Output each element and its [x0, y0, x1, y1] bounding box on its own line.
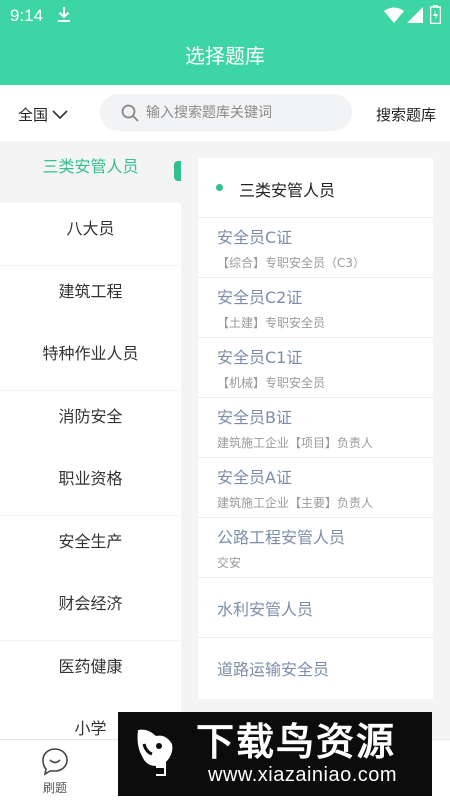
tab-practice[interactable]: 刷题	[10, 740, 100, 800]
bank-item[interactable]: 安全员C2证 【土建】专职安全员	[198, 278, 433, 338]
bank-card-header: 三类安管人员	[198, 158, 433, 218]
dot-icon	[216, 184, 223, 191]
bird-logo-icon	[137, 729, 173, 776]
search-row: 全国 搜索题库	[0, 85, 450, 141]
status-bar: 9:14	[0, 0, 450, 32]
bank-item[interactable]: 安全员C证 【综合】专职安全员（C3）	[198, 218, 433, 278]
bank-card-title: 三类安管人员	[239, 181, 336, 200]
bank-name: 安全员C证	[217, 228, 293, 247]
category-item[interactable]: 建筑工程	[0, 266, 181, 328]
bank-subtitle: 【综合】专职安全员（C3）	[217, 256, 366, 270]
bank-name: 道路运输安全员	[217, 660, 330, 679]
download-icon	[58, 7, 70, 22]
region-label: 全国	[18, 106, 49, 124]
category-item[interactable]: 八大员	[0, 203, 181, 265]
bank-panel: 三类安管人员 安全员C证 【综合】专职安全员（C3） 安全员C2证 【土建】专职…	[181, 141, 450, 739]
bank-name: 安全员A证	[217, 468, 292, 487]
category-label: 三类安管人员	[42, 157, 139, 176]
category-item[interactable]: 特种作业人员	[0, 328, 181, 390]
bank-item[interactable]: 公路工程安管人员 交安	[198, 518, 433, 578]
status-time: 9:14	[10, 6, 44, 25]
search-input[interactable]	[146, 94, 346, 131]
category-item[interactable]: 职业资格	[0, 453, 181, 515]
category-item[interactable]: 医药健康	[0, 641, 181, 703]
category-item-active[interactable]: 三类安管人员	[0, 141, 181, 203]
search-box[interactable]	[100, 94, 352, 131]
watermark-title: 下载鸟资源	[196, 720, 397, 764]
bank-name: 公路工程安管人员	[217, 528, 346, 547]
bank-item[interactable]: 安全员A证 建筑施工企业【主要】负责人	[198, 458, 433, 518]
bubble-icon	[42, 748, 68, 776]
title-bar: 选择题库	[0, 32, 450, 85]
bank-name: 安全员C1证	[217, 348, 303, 367]
category-item[interactable]: 安全生产	[0, 516, 181, 578]
watermark-banner: 下载鸟资源 www.xiazainiao.com	[118, 712, 432, 796]
category-item[interactable]: 财会经济	[0, 578, 181, 640]
bank-subtitle: 【土建】专职安全员	[217, 316, 326, 330]
bank-name: 安全员B证	[217, 408, 292, 427]
bank-name: 水利安管人员	[217, 600, 314, 619]
active-indicator	[174, 161, 181, 181]
wifi-icon	[384, 7, 404, 23]
search-button[interactable]: 搜索题库	[376, 104, 436, 125]
bank-subtitle: 建筑施工企业【主要】负责人	[217, 496, 374, 510]
chevron-down-icon	[52, 109, 68, 119]
tab-label: 刷题	[42, 781, 67, 795]
region-selector[interactable]: 全国	[18, 104, 68, 125]
watermark-url: www.xiazainiao.com	[208, 764, 398, 786]
bank-name: 安全员C2证	[217, 288, 303, 307]
bank-item[interactable]: 水利安管人员	[198, 578, 433, 638]
bank-item[interactable]: 道路运输安全员	[198, 638, 433, 698]
signal-icon	[407, 7, 423, 23]
category-item[interactable]: 消防安全	[0, 391, 181, 453]
bank-item[interactable]: 安全员B证 建筑施工企业【项目】负责人	[198, 398, 433, 458]
battery-icon	[430, 5, 441, 24]
bank-subtitle: 交安	[217, 556, 242, 570]
bank-subtitle: 【机械】专职安全员	[217, 376, 326, 390]
bank-item[interactable]: 安全员C1证 【机械】专职安全员	[198, 338, 433, 398]
category-list: 三类安管人员 八大员 建筑工程 特种作业人员 消防安全 职业资格 安全生产 财会…	[0, 141, 181, 739]
bank-card: 三类安管人员 安全员C证 【综合】专职安全员（C3） 安全员C2证 【土建】专职…	[198, 158, 433, 699]
page-title: 选择题库	[185, 44, 265, 68]
bank-subtitle: 建筑施工企业【项目】负责人	[217, 436, 374, 450]
search-icon	[121, 104, 139, 122]
